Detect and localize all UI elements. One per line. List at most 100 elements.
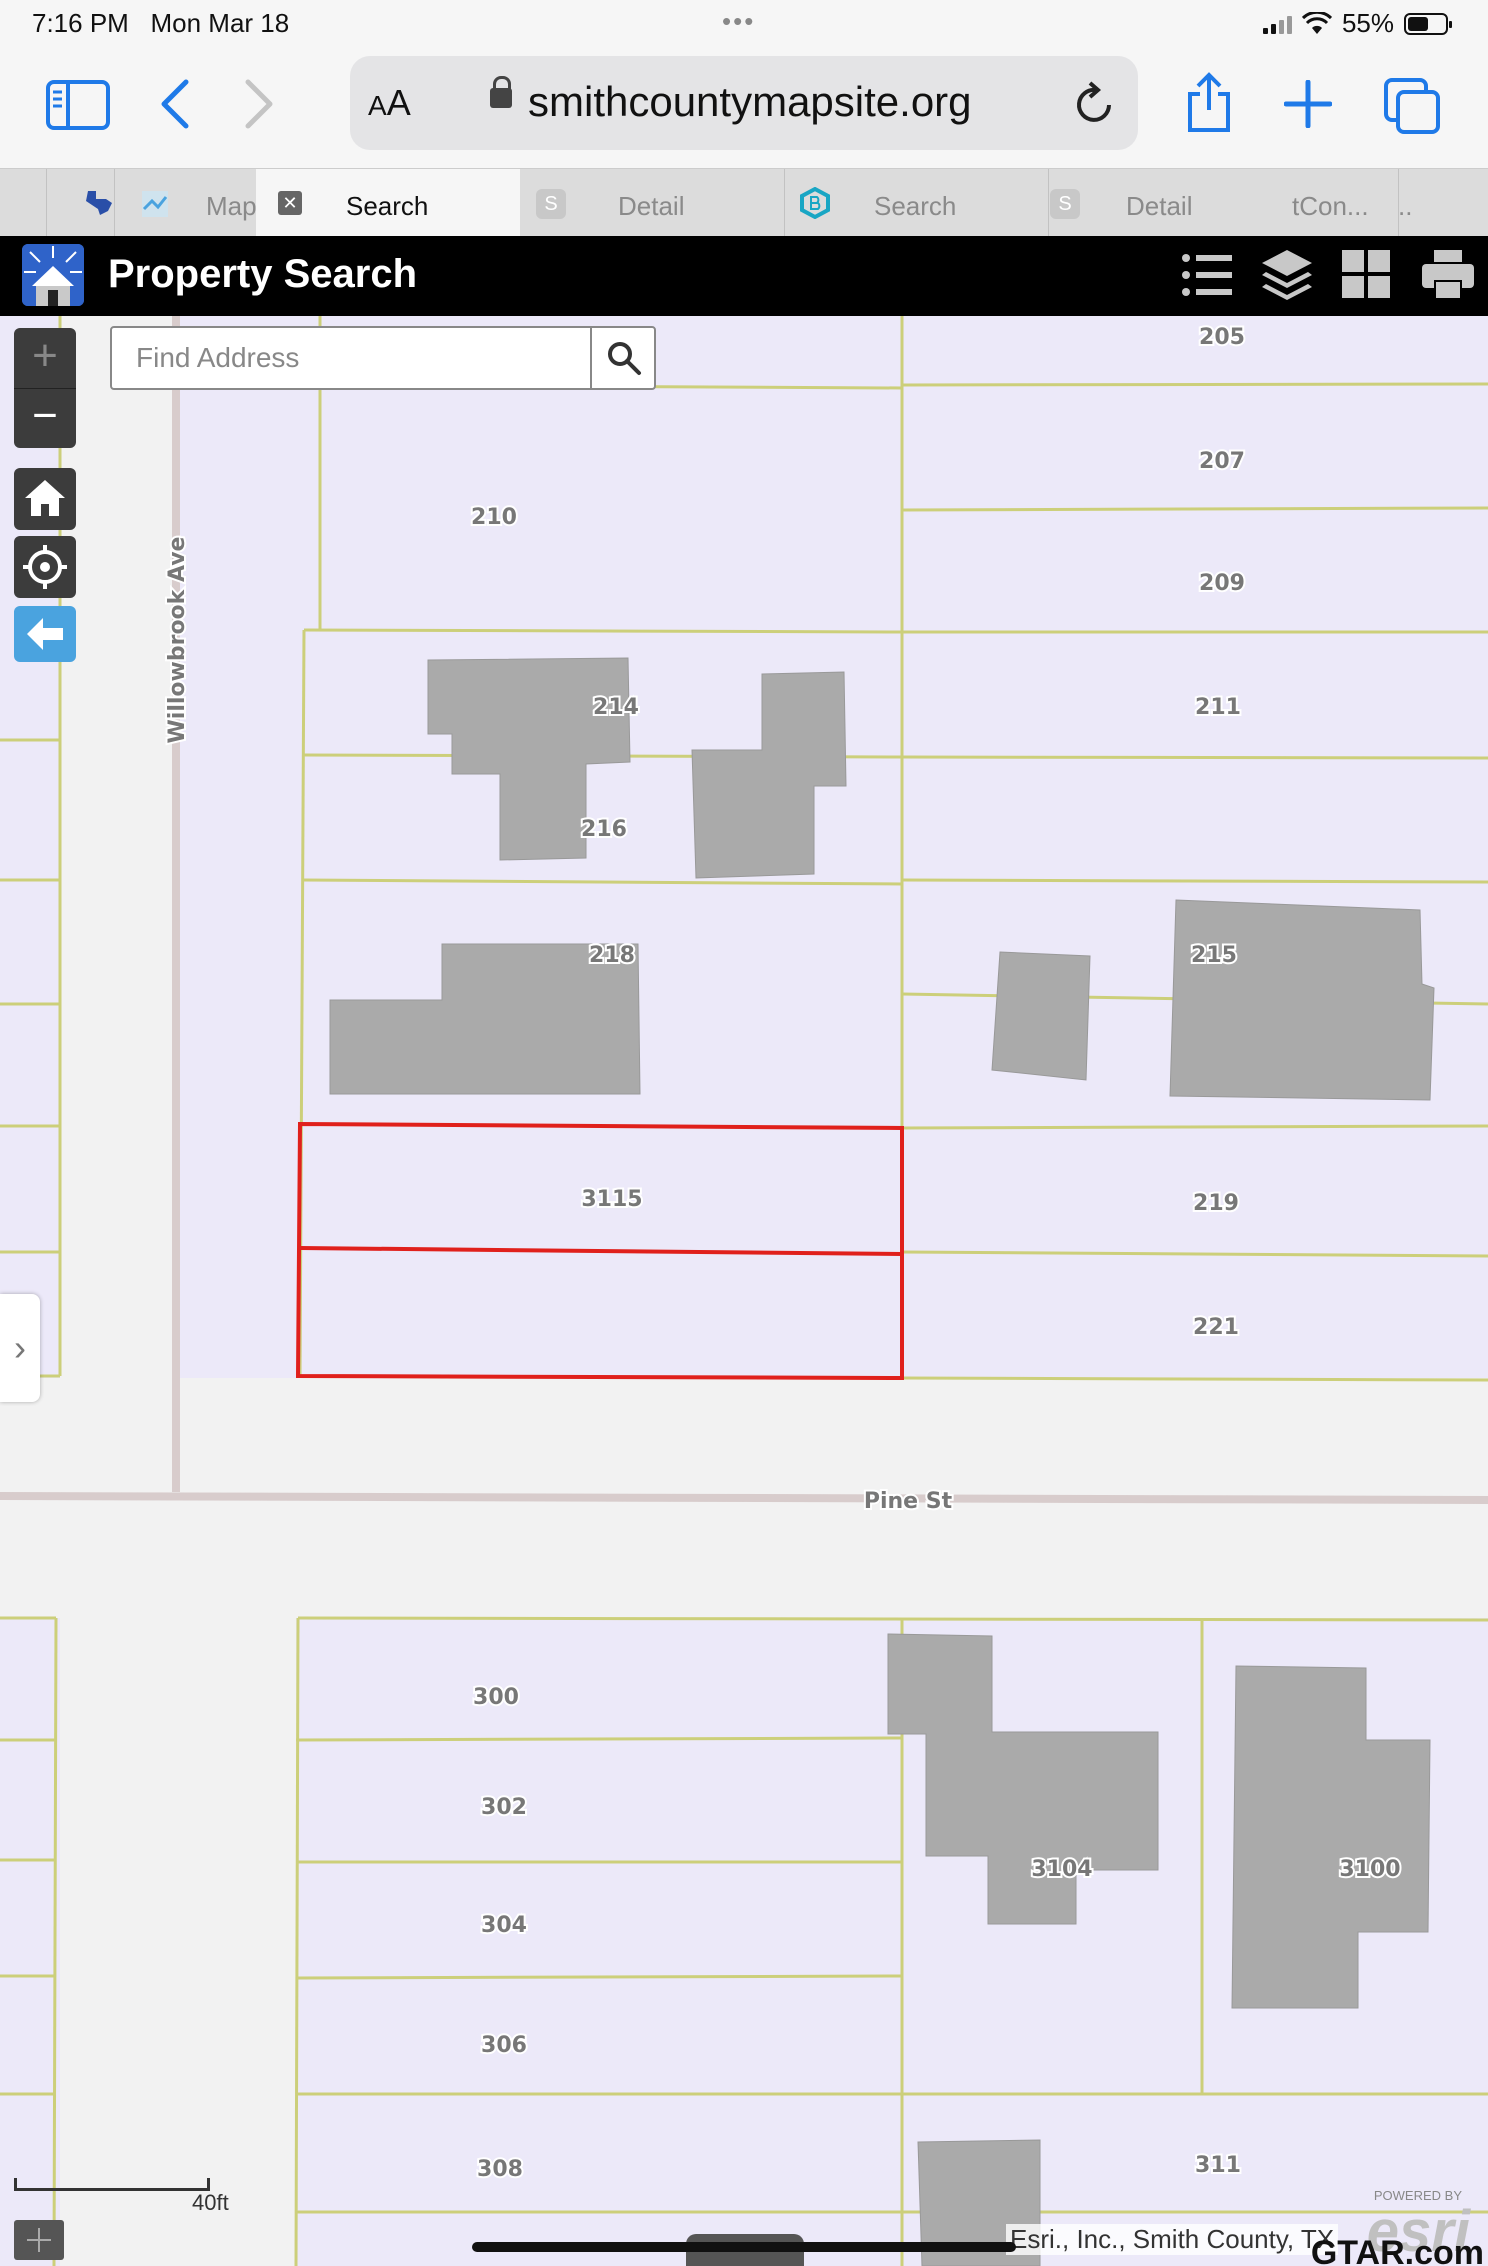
tab-label: Detail xyxy=(1126,191,1193,221)
map-favicon-icon xyxy=(142,191,168,217)
parcel-boundary xyxy=(901,506,1488,512)
parcel-label: 221 xyxy=(1193,1315,1239,1340)
parcel-label: 3100 xyxy=(1339,1857,1400,1882)
browser-toolbar: AA smithcountymapsite.org xyxy=(0,48,1488,168)
battery-percent: 55% xyxy=(1341,8,1394,38)
parcel-label: 216 xyxy=(581,817,627,842)
forward-icon[interactable] xyxy=(244,78,276,130)
share-icon[interactable] xyxy=(1184,72,1234,134)
tab-map[interactable]: Map xyxy=(134,169,257,237)
text-size-button[interactable]: AA xyxy=(368,82,411,124)
grid-icon[interactable] xyxy=(1340,248,1392,302)
street-label-pine: Pine St xyxy=(864,1489,953,1514)
status-date: Mon Mar 18 xyxy=(150,8,290,38)
app-logo xyxy=(22,244,84,306)
print-icon[interactable] xyxy=(1420,248,1476,302)
s-favicon-icon: S xyxy=(1050,189,1080,219)
tab-label: Search xyxy=(346,191,429,221)
street-label-willowbrook: Willowbrook Ave xyxy=(165,537,190,744)
parcel-label: 304 xyxy=(481,1913,527,1938)
parcel-label: 3115 xyxy=(581,1187,642,1212)
tab-tcon[interactable]: tCon... xyxy=(1292,169,1398,237)
locate-button[interactable] xyxy=(14,536,76,598)
parcel-label: 218 xyxy=(589,943,635,968)
watermark: GTAR.com xyxy=(1310,2234,1484,2266)
status-bar: 7:16 PM Mon Mar 18 ••• 55% xyxy=(0,0,1488,48)
parcel-boundary xyxy=(901,1376,1488,1382)
add-icon[interactable] xyxy=(1284,80,1332,128)
crosshair-icon xyxy=(27,2228,51,2252)
expand-panel-button[interactable]: › xyxy=(0,1294,40,1402)
tabs-icon[interactable] xyxy=(1384,78,1442,134)
tab-more[interactable]: .. xyxy=(1398,169,1488,237)
parcel-boundary xyxy=(295,1736,903,1742)
attribution-text: Esri., Inc., Smith County, TX xyxy=(1006,2224,1339,2255)
home-button[interactable] xyxy=(14,468,76,530)
parcel-boundary xyxy=(901,1124,1488,1130)
url-bar[interactable]: AA smithcountymapsite.org xyxy=(350,56,1138,150)
arrow-left-icon xyxy=(27,618,63,650)
lock-icon xyxy=(490,76,512,108)
building xyxy=(991,951,1091,1081)
tab-label: tCon... xyxy=(1292,191,1369,221)
parcel-boundary xyxy=(297,1616,1488,1622)
reload-icon[interactable] xyxy=(1074,80,1116,126)
back-icon[interactable] xyxy=(158,78,190,130)
parcel-label: 311 xyxy=(1195,2153,1241,2178)
status-time: 7:16 PM Mon Mar 18 xyxy=(32,8,290,38)
parcel xyxy=(902,316,1488,1378)
parcel-label: 210 xyxy=(471,505,517,530)
crosshair-button[interactable] xyxy=(14,2220,64,2260)
tab-label: Map xyxy=(206,191,257,221)
parcel-label: 308 xyxy=(477,2157,523,2182)
close-tab-icon[interactable]: ✕ xyxy=(278,191,302,215)
url-text[interactable]: smithcountymapsite.org xyxy=(528,78,972,126)
tab-search-active[interactable]: ✕ Search xyxy=(256,169,520,237)
parcel-label: 205 xyxy=(1199,325,1245,350)
tab-label: Detail xyxy=(618,191,685,221)
find-address-input[interactable] xyxy=(112,328,592,388)
parcel-map[interactable]: 205 207 210 209 214 211 216 218 215 3115 219 221 300… xyxy=(0,316,1488,2266)
texas-icon xyxy=(86,191,112,215)
b-favicon-icon xyxy=(800,187,830,219)
page-title: Property Search xyxy=(108,252,418,296)
parcel-boundary xyxy=(294,1617,300,2266)
multitask-dots[interactable]: ••• xyxy=(722,6,755,37)
layers-icon[interactable] xyxy=(1260,248,1314,304)
parcel-boundary xyxy=(303,628,903,634)
parcel-label: 300 xyxy=(473,1685,519,1710)
find-address-box xyxy=(110,326,656,390)
tab-label: Search xyxy=(874,191,957,221)
parcel-label: 306 xyxy=(481,2033,527,2058)
tab-detail[interactable]: S Detail xyxy=(520,169,784,237)
tab-search-2[interactable]: Search xyxy=(784,169,1048,237)
parcel-boundary xyxy=(901,878,1488,884)
zoom-controls: + − xyxy=(14,328,76,448)
zoom-out-button[interactable]: − xyxy=(14,388,76,447)
map-view[interactable]: 205 207 210 209 214 211 216 218 215 3115 219 221 300… xyxy=(0,316,1488,2266)
parcel-label: 214 xyxy=(593,695,639,720)
tab-label: .. xyxy=(1398,191,1413,221)
home-icon xyxy=(25,480,65,516)
parcel-label: 209 xyxy=(1199,571,1245,596)
back-extent-button[interactable] xyxy=(14,606,76,662)
parcel-label: 215 xyxy=(1191,943,1237,968)
wifi-icon xyxy=(1301,11,1332,34)
road-pine xyxy=(0,1492,1488,1504)
tab-strip: Map ✕ Search S Detail Search S Detail tC… xyxy=(0,168,1488,238)
building xyxy=(1169,899,1435,1101)
scale-bar xyxy=(14,2178,210,2191)
list-icon[interactable] xyxy=(1180,248,1234,302)
parcel xyxy=(0,1618,60,2266)
parcel-label: 3104 xyxy=(1031,1857,1092,1882)
parcel-boundary xyxy=(901,382,1488,387)
tab-detail-2[interactable]: S Detail xyxy=(1048,169,1292,237)
zoom-in-button[interactable]: + xyxy=(14,328,76,386)
find-address-button[interactable] xyxy=(590,328,654,388)
parcel-boundary xyxy=(901,755,1488,760)
parcel xyxy=(296,1618,902,2266)
locate-icon xyxy=(23,545,67,589)
home-indicator[interactable] xyxy=(472,2242,1016,2252)
sidebar-icon[interactable] xyxy=(46,80,110,130)
parcel-label: 302 xyxy=(481,1795,527,1820)
